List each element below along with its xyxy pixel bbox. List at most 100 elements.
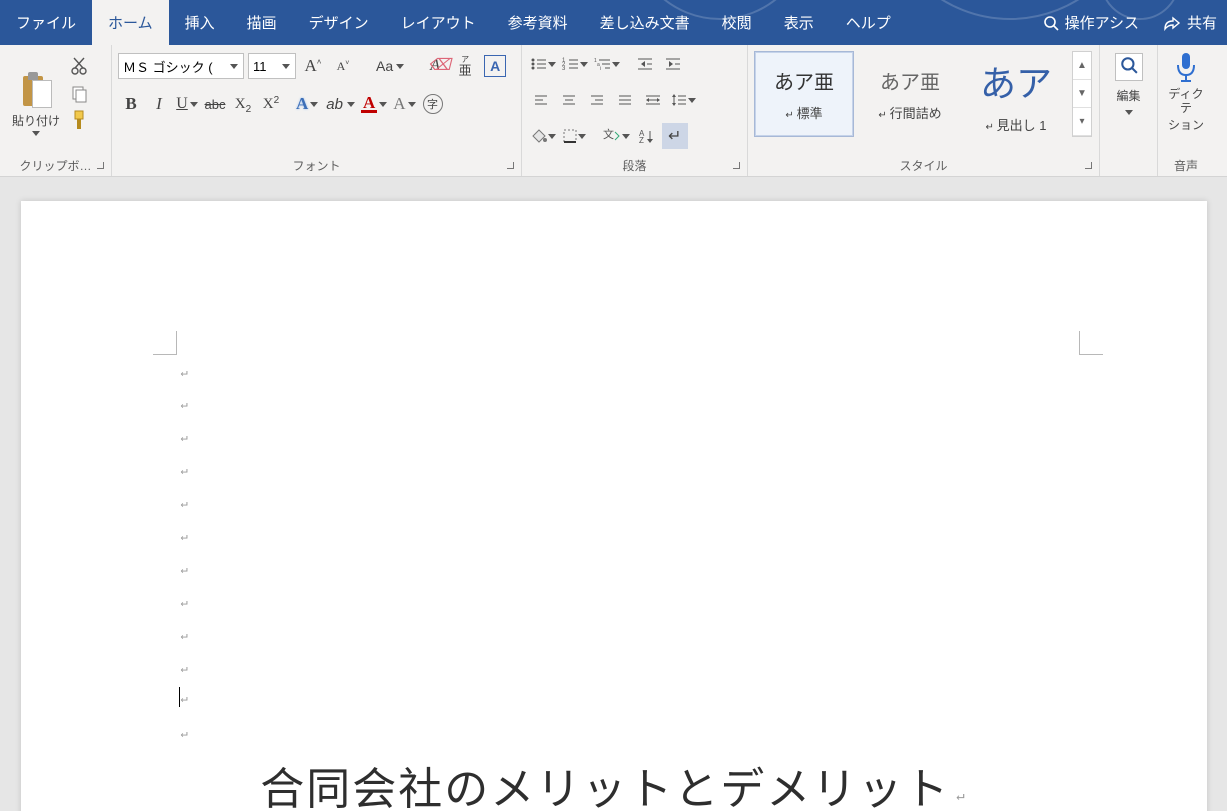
italic-icon: I bbox=[156, 94, 162, 114]
expand-gallery-icon[interactable]: ▾ bbox=[1073, 108, 1091, 136]
scissors-icon bbox=[70, 56, 88, 76]
paragraph-mark: ↵ bbox=[181, 496, 188, 510]
dialog-launcher-clipboard[interactable] bbox=[95, 160, 107, 172]
enclose-characters-button[interactable]: 字 bbox=[420, 91, 446, 117]
character-border-button[interactable]: A bbox=[482, 53, 508, 79]
style-no-spacing[interactable]: あア亜 ↵ 行間詰め bbox=[860, 51, 960, 137]
shrink-font-icon: A˅ bbox=[337, 59, 350, 74]
italic-button[interactable]: I bbox=[146, 91, 172, 117]
phonetic-guide-button[interactable]: ア亜 bbox=[452, 53, 478, 79]
subscript-button[interactable]: X2 bbox=[230, 91, 256, 117]
character-border-icon: A bbox=[484, 55, 506, 77]
chevron-down-icon[interactable] bbox=[279, 54, 293, 78]
change-case-button[interactable]: Aa bbox=[374, 53, 406, 79]
document-area[interactable]: ↵ ↵ ↵ ↵ ↵ ↵ ↵ ↵ ↵ ↵ ↵ ↵ 合同会社のメリットとデメリット↵ bbox=[0, 177, 1227, 811]
align-left-button[interactable] bbox=[528, 87, 554, 113]
copy-button[interactable] bbox=[66, 81, 92, 107]
style-name: ↵ 見出し 1 bbox=[985, 115, 1046, 134]
share-icon bbox=[1163, 15, 1181, 31]
show-hide-button[interactable]: ↵ bbox=[662, 123, 688, 149]
tab-insert[interactable]: 挿入 bbox=[169, 0, 231, 45]
align-center-button[interactable] bbox=[556, 87, 582, 113]
decrease-indent-icon bbox=[636, 56, 654, 72]
format-painter-button[interactable] bbox=[66, 109, 92, 135]
document-title[interactable]: 合同会社のメリットとデメリット↵ bbox=[260, 753, 966, 811]
scroll-down-icon[interactable]: ▼ bbox=[1073, 80, 1091, 108]
tab-help[interactable]: ヘルプ bbox=[830, 0, 907, 45]
scroll-up-icon[interactable]: ▲ bbox=[1073, 52, 1091, 80]
strikethrough-button[interactable]: abc bbox=[202, 91, 228, 117]
tab-file[interactable]: ファイル bbox=[0, 0, 92, 45]
bold-button[interactable]: B bbox=[118, 91, 144, 117]
group-voice: ディクテ ション 音声 bbox=[1158, 45, 1214, 176]
paste-button[interactable]: 貼り付け bbox=[6, 49, 66, 156]
underline-button[interactable]: U bbox=[174, 91, 200, 117]
ribbon-tabbar: ファイル ホーム 挿入 描画 デザイン レイアウト 参考資料 差し込み文書 校閲… bbox=[0, 0, 1227, 45]
paste-label: 貼り付け bbox=[12, 112, 60, 129]
svg-text:Z: Z bbox=[639, 136, 644, 144]
align-right-button[interactable] bbox=[584, 87, 610, 113]
dialog-launcher-paragraph[interactable] bbox=[731, 160, 743, 172]
line-spacing-button[interactable] bbox=[668, 87, 698, 113]
highlight-button[interactable]: ab bbox=[322, 91, 357, 117]
increase-indent-button[interactable] bbox=[660, 51, 686, 77]
multilevel-list-icon: 1ai bbox=[594, 56, 612, 72]
grow-font-button[interactable]: A˄ bbox=[300, 53, 326, 79]
tab-references[interactable]: 参考資料 bbox=[492, 0, 584, 45]
svg-text:i: i bbox=[600, 66, 601, 72]
sort-button[interactable]: AZ bbox=[634, 123, 660, 149]
chevron-down-icon[interactable] bbox=[227, 54, 241, 78]
dictate-label-bottom: ション bbox=[1168, 118, 1204, 132]
justify-button[interactable] bbox=[612, 87, 638, 113]
text-direction-button[interactable]: 文 bbox=[600, 123, 632, 149]
tab-design[interactable]: デザイン bbox=[293, 0, 385, 45]
clear-formatting-button[interactable]: A⌫ bbox=[422, 53, 448, 79]
editing-label: 編集 bbox=[1116, 87, 1140, 104]
cut-button[interactable] bbox=[66, 53, 92, 79]
text-direction-icon: 文 bbox=[602, 128, 622, 144]
tab-mailings[interactable]: 差し込み文書 bbox=[584, 0, 706, 45]
style-normal[interactable]: あア亜 ↵ 標準 bbox=[754, 51, 854, 137]
font-name-combo[interactable]: ＭＳ ゴシック ( bbox=[118, 53, 244, 79]
shrink-font-button[interactable]: A˅ bbox=[330, 53, 356, 79]
font-name-value: ＭＳ ゴシック ( bbox=[123, 57, 213, 76]
shading-button[interactable] bbox=[528, 123, 558, 149]
character-shading-button[interactable]: A bbox=[391, 91, 417, 117]
dialog-launcher-font[interactable] bbox=[505, 160, 517, 172]
tab-layout[interactable]: レイアウト bbox=[385, 0, 492, 45]
dictate-label-top: ディクテ bbox=[1164, 87, 1208, 116]
underline-icon: U bbox=[176, 95, 188, 113]
borders-button[interactable] bbox=[560, 123, 588, 149]
font-color-button[interactable]: A bbox=[359, 91, 389, 117]
font-size-combo[interactable]: 11 bbox=[248, 53, 296, 79]
group-paragraph: 123 1ai 文 AZ ↵ 段落 bbox=[522, 45, 748, 176]
text-cursor bbox=[179, 687, 180, 707]
subscript-icon: X2 bbox=[235, 96, 251, 113]
dictate-button[interactable] bbox=[1171, 51, 1201, 85]
bullets-button[interactable] bbox=[528, 51, 558, 77]
tab-review[interactable]: 校閲 bbox=[706, 0, 768, 45]
tab-draw[interactable]: 描画 bbox=[231, 0, 293, 45]
tell-me-search[interactable]: 操作アシス bbox=[1029, 12, 1153, 33]
superscript-button[interactable]: X2 bbox=[258, 91, 284, 117]
multilevel-list-button[interactable]: 1ai bbox=[592, 51, 622, 77]
style-heading1[interactable]: あア ↵ 見出し 1 bbox=[966, 51, 1066, 137]
group-font: ＭＳ ゴシック ( 11 A˄ A˅ Aa A⌫ ア亜 A B I U abc … bbox=[112, 45, 522, 176]
numbering-button[interactable]: 123 bbox=[560, 51, 590, 77]
find-button[interactable] bbox=[1115, 53, 1143, 81]
document-page[interactable]: ↵ ↵ ↵ ↵ ↵ ↵ ↵ ↵ ↵ ↵ ↵ ↵ 合同会社のメリットとデメリット↵ bbox=[21, 201, 1207, 811]
tab-home[interactable]: ホーム bbox=[92, 0, 169, 45]
chevron-down-icon bbox=[578, 134, 586, 139]
chevron-down-icon[interactable] bbox=[1125, 110, 1133, 115]
microphone-icon bbox=[1173, 51, 1199, 85]
dialog-launcher-styles[interactable] bbox=[1083, 160, 1095, 172]
tab-view[interactable]: 表示 bbox=[768, 0, 830, 45]
svg-text:文: 文 bbox=[603, 128, 614, 141]
decrease-indent-button[interactable] bbox=[632, 51, 658, 77]
chevron-down-icon bbox=[612, 62, 620, 67]
share-button[interactable]: 共有 bbox=[1153, 12, 1227, 33]
text-effects-button[interactable]: A bbox=[294, 91, 320, 117]
svg-text:↵: ↵ bbox=[668, 128, 681, 145]
styles-scrollbar[interactable]: ▲ ▼ ▾ bbox=[1072, 51, 1092, 137]
distributed-button[interactable] bbox=[640, 87, 666, 113]
